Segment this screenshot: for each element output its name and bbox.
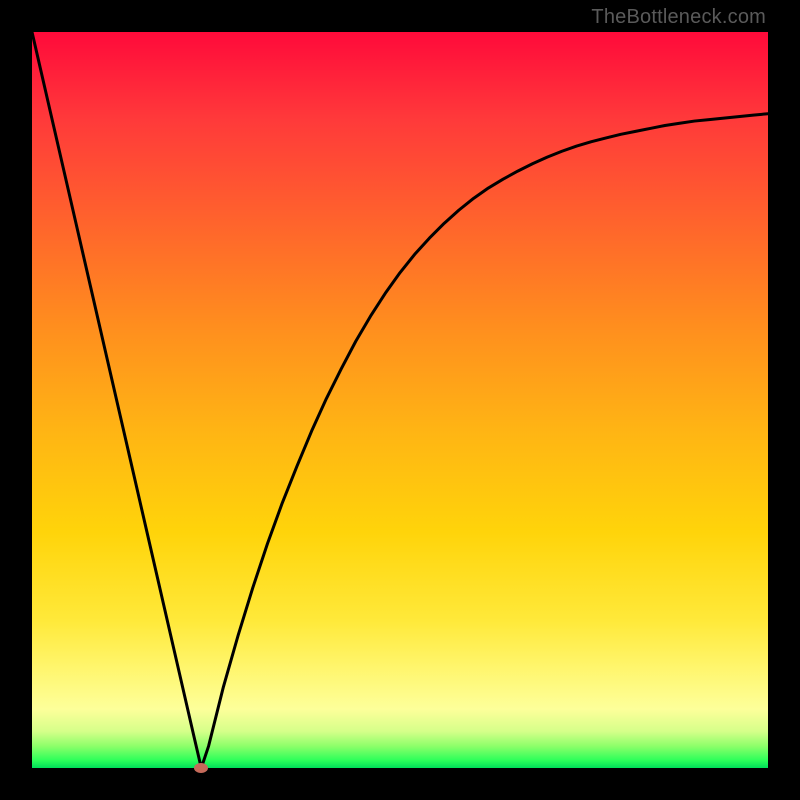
chart-frame: TheBottleneck.com bbox=[0, 0, 800, 800]
bottleneck-curve bbox=[32, 32, 768, 768]
attribution-label: TheBottleneck.com bbox=[591, 6, 766, 29]
plot-area bbox=[32, 32, 768, 768]
optimal-point-marker bbox=[194, 763, 208, 773]
